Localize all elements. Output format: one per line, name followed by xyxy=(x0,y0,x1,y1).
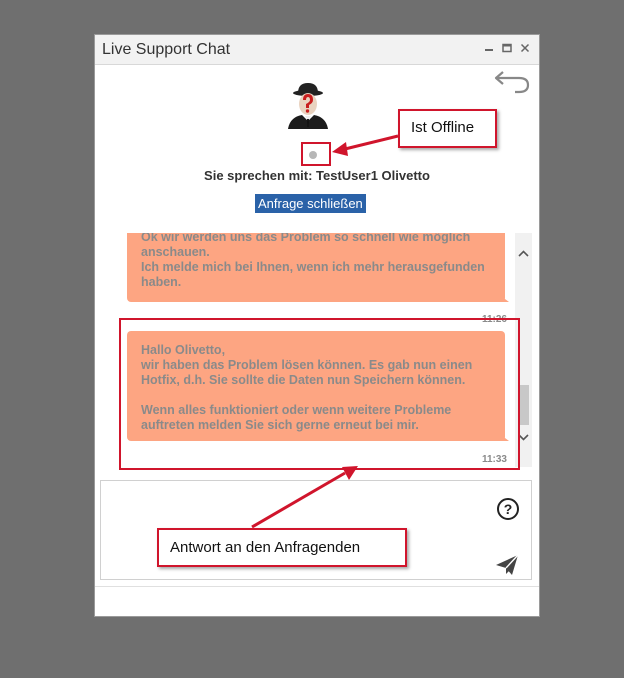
avatar xyxy=(284,81,332,129)
reply-callout: Antwort an den Anfragenden xyxy=(157,528,407,567)
maximize-icon[interactable] xyxy=(501,41,513,55)
chevron-up-icon[interactable] xyxy=(517,245,530,263)
speaking-with-label: Sie sprechen mit: TestUser1 Olivetto xyxy=(204,168,430,183)
message-bubble: Ok wir werden uns das Problem so schnell… xyxy=(127,233,509,302)
close-icon[interactable] xyxy=(519,41,531,55)
close-request-button[interactable]: Anfrage schließen xyxy=(255,194,366,213)
window-controls xyxy=(483,41,531,55)
offline-highlight-box xyxy=(301,142,331,166)
footer-divider xyxy=(95,586,539,587)
back-arrow-icon[interactable] xyxy=(493,68,531,99)
minimize-icon[interactable] xyxy=(483,41,495,55)
title-bar: Live Support Chat xyxy=(95,35,539,65)
help-icon[interactable]: ? xyxy=(497,498,519,520)
reply-highlight-box xyxy=(119,318,520,470)
send-icon[interactable] xyxy=(495,554,519,581)
window-title: Live Support Chat xyxy=(102,41,231,58)
offline-callout: Ist Offline xyxy=(398,109,497,148)
